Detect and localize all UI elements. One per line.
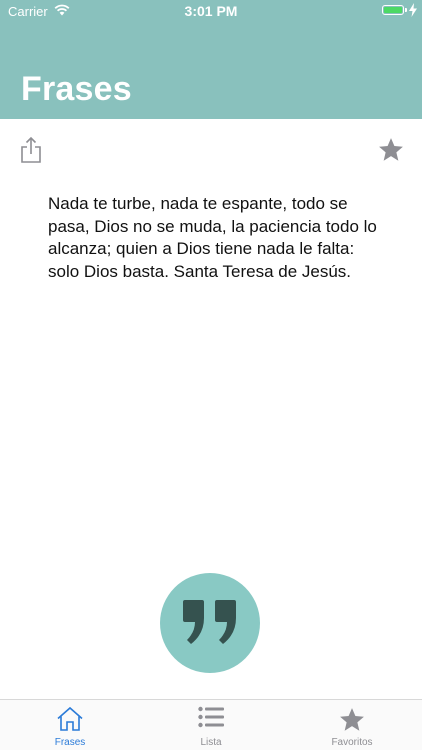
status-bar: Carrier 3:01 PM [0, 0, 422, 22]
quote-marks-icon [183, 600, 236, 644]
new-quote-button[interactable] [160, 573, 260, 673]
tab-favoritos[interactable]: Favoritos [282, 700, 422, 751]
tab-bar: Frases Lista Favoritos [0, 699, 422, 750]
battery-icon [382, 5, 404, 15]
status-time: 3:01 PM [184, 3, 238, 19]
tab-label-favoritos: Favoritos [331, 737, 373, 748]
share-icon [21, 136, 41, 163]
quote-text: Nada te turbe, nada te espante, todo se … [48, 194, 377, 281]
share-button[interactable] [18, 136, 44, 164]
home-icon [57, 706, 83, 731]
list-icon [198, 706, 224, 728]
battery-cap [405, 8, 407, 12]
header: Carrier 3:01 PM Frases [0, 0, 422, 119]
tab-label-frases: Frases [54, 737, 86, 748]
page-title: Frases [21, 70, 132, 108]
favorite-button[interactable] [377, 136, 405, 164]
charging-bolt-icon [409, 3, 417, 17]
star-icon [340, 708, 364, 731]
tab-frases[interactable]: Frases [0, 700, 140, 751]
star-icon [379, 138, 403, 161]
tab-lista[interactable]: Lista [141, 700, 281, 751]
tab-label-lista: Lista [200, 737, 222, 748]
